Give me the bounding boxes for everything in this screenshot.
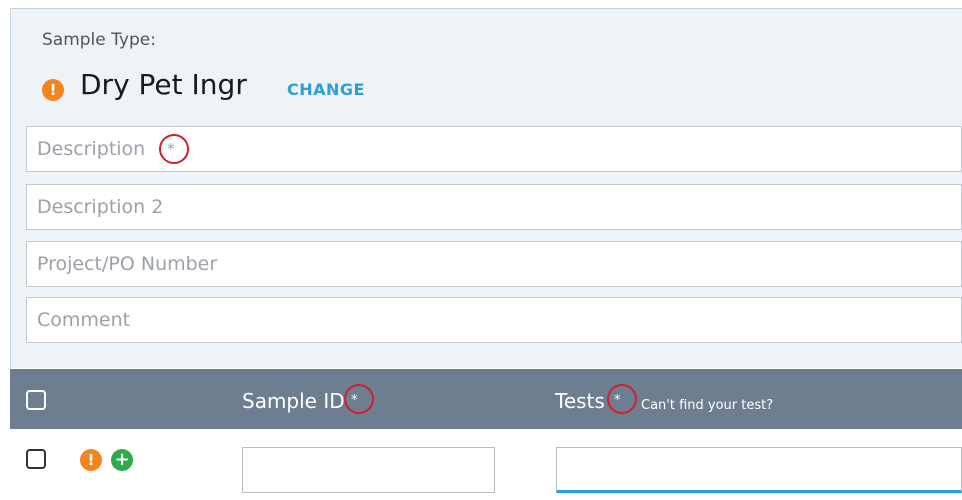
comment-field[interactable]	[26, 297, 962, 343]
table-header	[10, 369, 962, 429]
description2-field[interactable]	[26, 184, 962, 230]
description-field[interactable]	[26, 126, 962, 172]
tests-required-mark: *	[614, 393, 621, 408]
sample-type-value: Dry Pet Ingr	[80, 68, 247, 101]
row-select-checkbox[interactable]	[26, 449, 46, 469]
project-po-number-field[interactable]	[26, 241, 962, 287]
tests-column-header: Tests	[555, 389, 605, 413]
sample-type-label: Sample Type:	[42, 30, 156, 50]
cant-find-test-link[interactable]: Can't find your test?	[641, 398, 773, 413]
warning-icon: !	[42, 79, 64, 101]
select-all-checkbox[interactable]	[26, 390, 46, 410]
warning-icon: !	[80, 449, 102, 471]
sample-id-column-header: Sample ID	[242, 389, 345, 413]
change-sample-type-link[interactable]: CHANGE	[287, 80, 365, 99]
tests-input[interactable]	[556, 447, 962, 493]
add-row-icon[interactable]: +	[111, 449, 133, 471]
sample-id-required-mark: *	[351, 393, 358, 408]
sample-id-input[interactable]	[242, 447, 495, 493]
